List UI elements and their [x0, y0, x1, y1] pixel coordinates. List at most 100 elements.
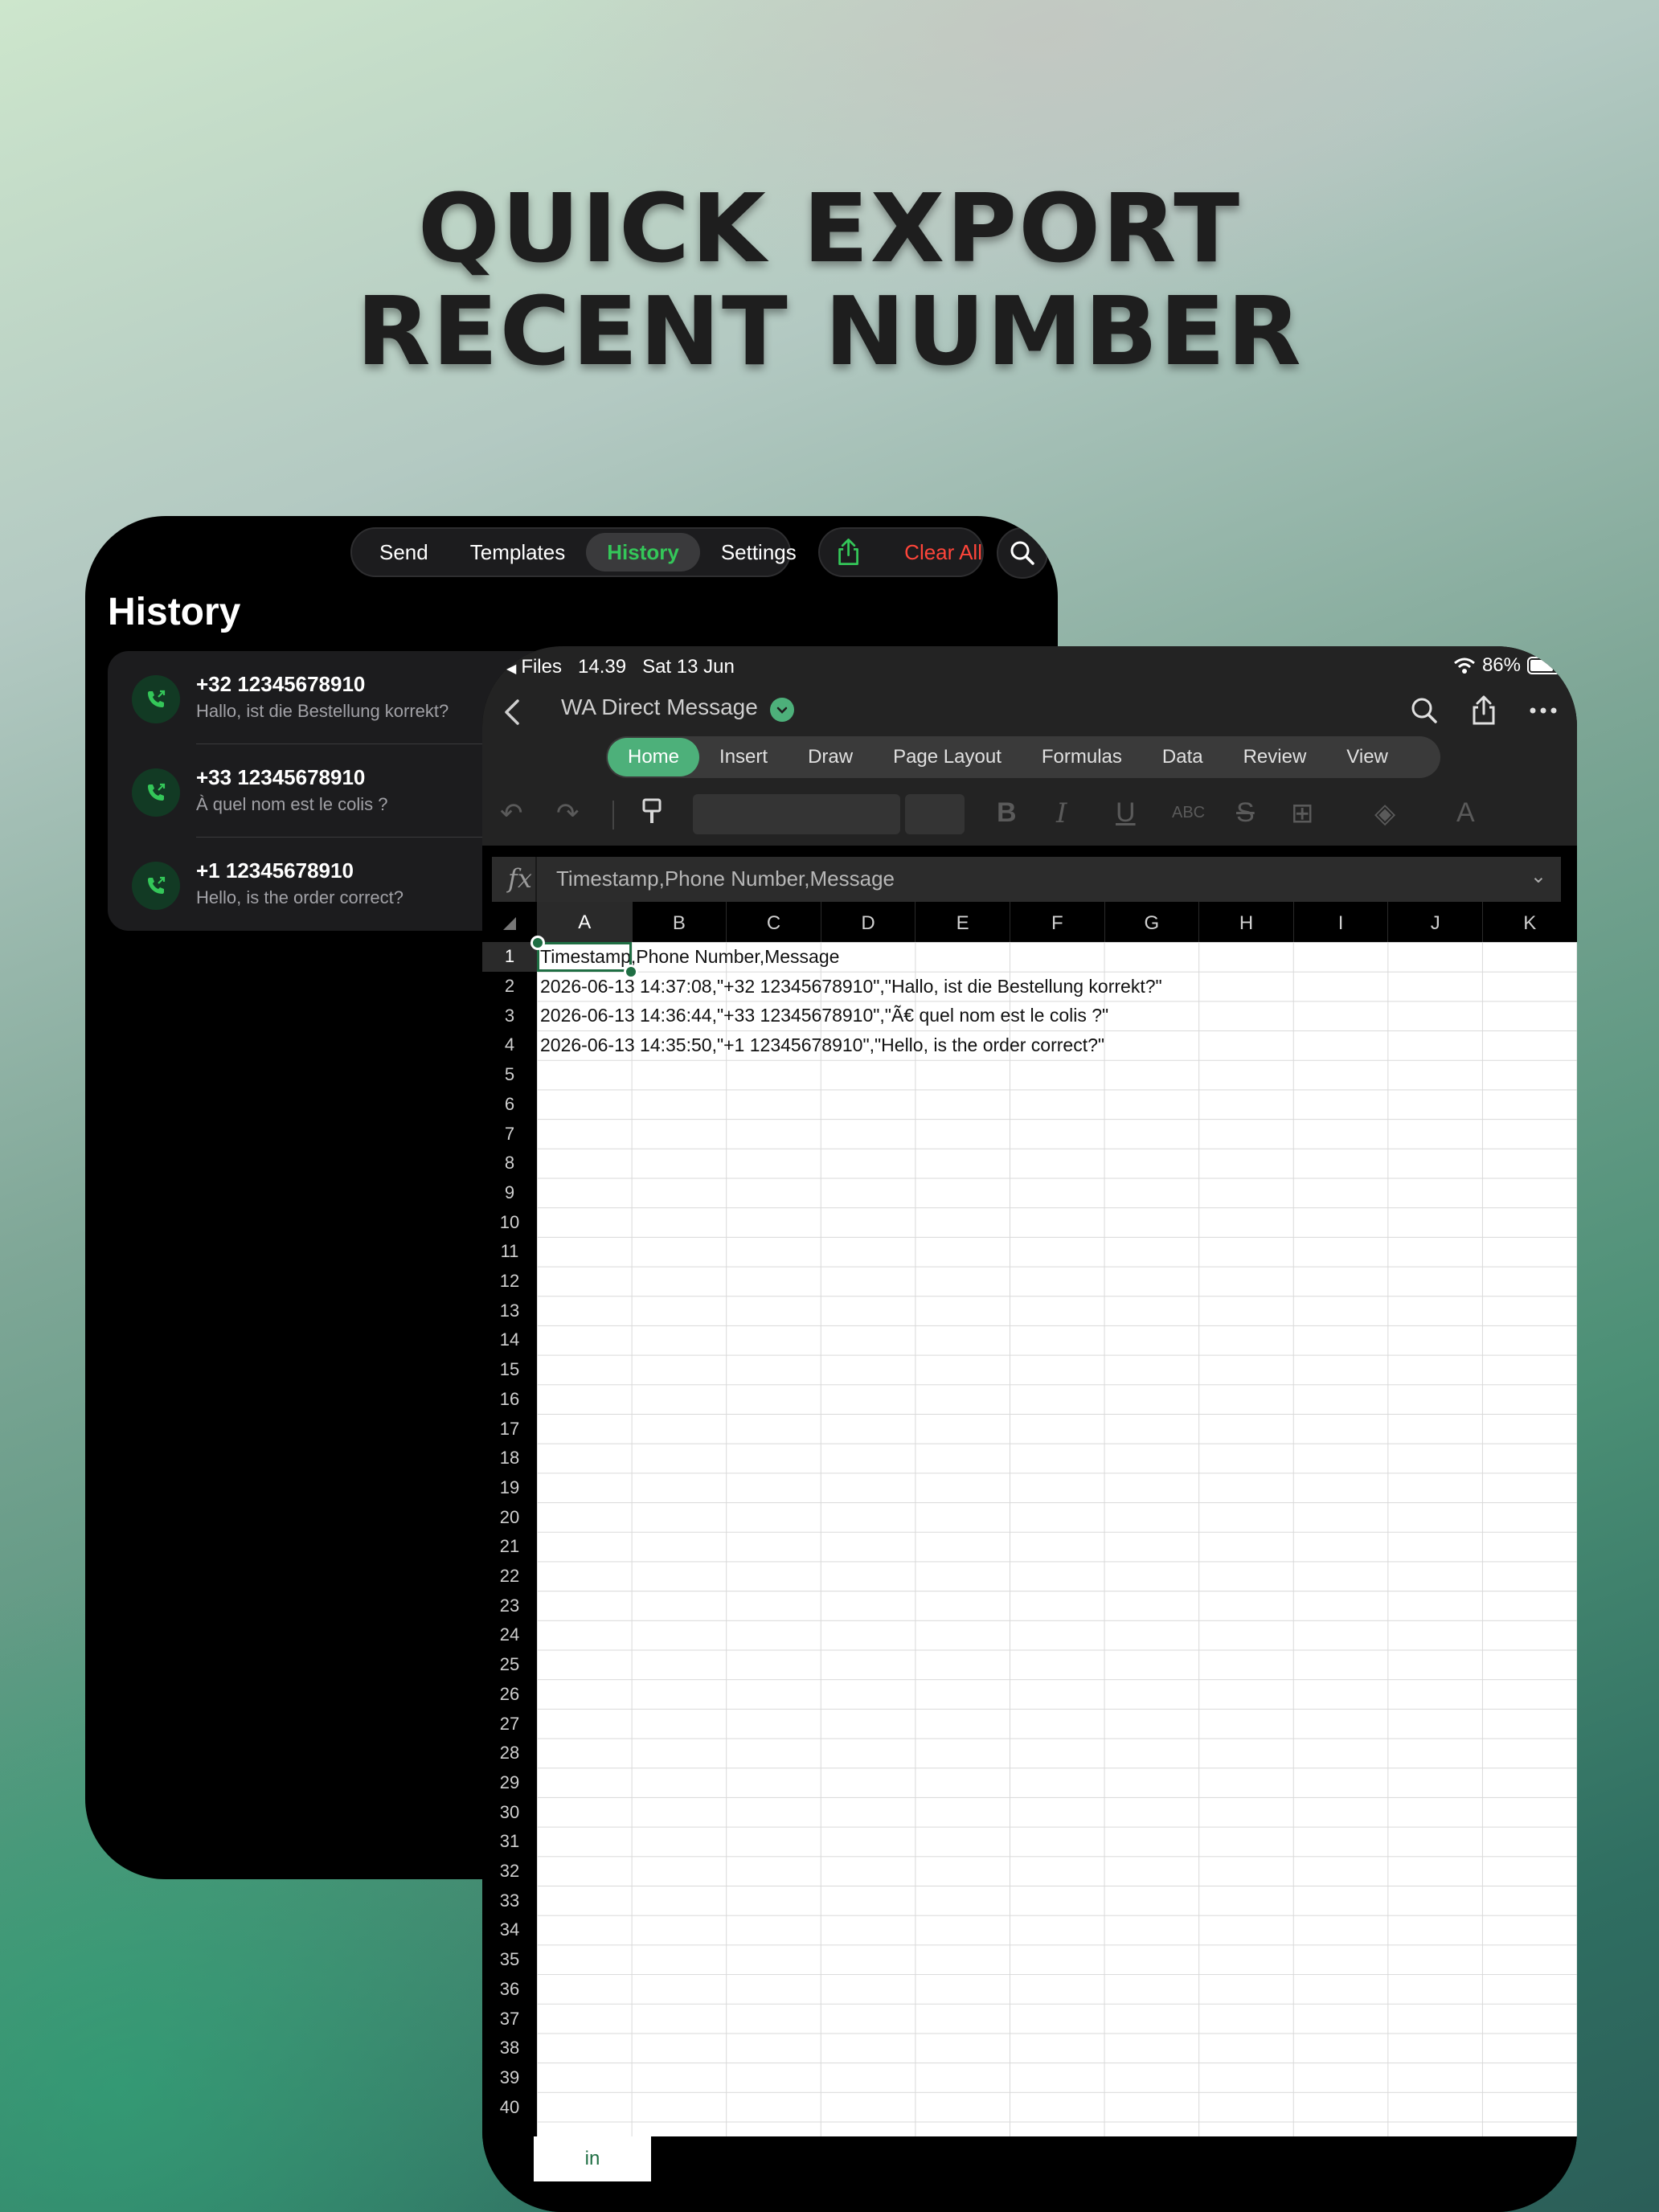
- select-all-corner[interactable]: [482, 902, 537, 945]
- row-header[interactable]: 22: [482, 1562, 537, 1591]
- column-header-e[interactable]: E: [915, 902, 1010, 945]
- strikethrough-icon[interactable]: S: [1236, 797, 1255, 829]
- tab-templates[interactable]: Templates: [449, 533, 587, 571]
- search-button[interactable]: [997, 527, 1048, 579]
- share-icon[interactable]: [1468, 694, 1500, 727]
- selected-cell[interactable]: [537, 942, 632, 972]
- row-header[interactable]: 6: [482, 1090, 537, 1120]
- redo-icon[interactable]: ↷: [556, 797, 580, 830]
- cell-a4[interactable]: 2026-06-13 14:35:50,"+1 12345678910","He…: [540, 1030, 1104, 1060]
- row-header[interactable]: 11: [482, 1237, 537, 1267]
- row-header[interactable]: 36: [482, 1975, 537, 2005]
- fill-color-icon[interactable]: ◈: [1374, 797, 1395, 830]
- sheet-tab[interactable]: in: [534, 2136, 651, 2181]
- row-header[interactable]: 3: [482, 1001, 537, 1030]
- row-header[interactable]: 24: [482, 1620, 537, 1650]
- spreadsheet-grid[interactable]: Timestamp,Phone Number,Message 2026-06-13…: [537, 942, 1577, 2136]
- row-header[interactable]: 10: [482, 1207, 537, 1237]
- row-header[interactable]: 40: [482, 2092, 537, 2122]
- selection-handle[interactable]: [530, 936, 545, 950]
- row-header[interactable]: 18: [482, 1444, 537, 1473]
- row-header[interactable]: 13: [482, 1296, 537, 1325]
- row-header[interactable]: 15: [482, 1355, 537, 1385]
- row-header[interactable]: 12: [482, 1267, 537, 1296]
- font-size-field[interactable]: [905, 794, 965, 834]
- row-header[interactable]: 19: [482, 1473, 537, 1503]
- row-header[interactable]: 1: [482, 942, 537, 972]
- tab-draw[interactable]: Draw: [788, 738, 873, 776]
- borders-icon[interactable]: ⊞: [1291, 797, 1314, 830]
- back-app-label[interactable]: Files: [521, 656, 562, 678]
- formula-content[interactable]: Timestamp,Phone Number,Message: [556, 866, 895, 891]
- column-header-k[interactable]: K: [1482, 902, 1577, 945]
- row-header[interactable]: 23: [482, 1591, 537, 1620]
- row-header[interactable]: 32: [482, 1857, 537, 1886]
- outgoing-call-icon: [132, 768, 180, 817]
- row-header[interactable]: 25: [482, 1650, 537, 1680]
- column-header-i[interactable]: I: [1292, 902, 1388, 945]
- row-header[interactable]: 20: [482, 1502, 537, 1532]
- document-title[interactable]: WA Direct Message: [561, 694, 758, 720]
- column-header-a[interactable]: A: [537, 902, 632, 945]
- column-header-c[interactable]: C: [726, 902, 821, 945]
- row-header[interactable]: 38: [482, 2034, 537, 2063]
- tab-formulas[interactable]: Formulas: [1022, 738, 1142, 776]
- column-header-b[interactable]: B: [631, 902, 727, 945]
- chevron-down-icon[interactable]: ⌄: [1530, 865, 1546, 888]
- row-header[interactable]: 7: [482, 1119, 537, 1149]
- chevron-down-icon[interactable]: [770, 698, 794, 722]
- formula-bar[interactable]: fx Timestamp,Phone Number,Message ⌄: [492, 857, 1561, 902]
- column-header-j[interactable]: J: [1387, 902, 1482, 945]
- tab-page-layout[interactable]: Page Layout: [873, 738, 1022, 776]
- tab-home[interactable]: Home: [608, 738, 700, 776]
- row-header[interactable]: 26: [482, 1680, 537, 1710]
- row-header[interactable]: 35: [482, 1945, 537, 1975]
- row-header[interactable]: 14: [482, 1325, 537, 1355]
- tab-data[interactable]: Data: [1142, 738, 1223, 776]
- tab-review[interactable]: Review: [1223, 738, 1327, 776]
- font-name-field[interactable]: [693, 794, 900, 834]
- row-header[interactable]: 31: [482, 1827, 537, 1857]
- undo-icon[interactable]: ↶: [500, 797, 523, 830]
- column-header-h[interactable]: H: [1198, 902, 1293, 945]
- row-header[interactable]: 4: [482, 1030, 537, 1060]
- search-icon[interactable]: [1408, 694, 1440, 727]
- column-header-d[interactable]: D: [820, 902, 916, 945]
- row-header[interactable]: 9: [482, 1178, 537, 1208]
- row-header[interactable]: 5: [482, 1060, 537, 1090]
- clear-all-button[interactable]: Clear All: [904, 540, 982, 565]
- fx-icon[interactable]: fx: [508, 863, 532, 894]
- column-header-g[interactable]: G: [1104, 902, 1199, 945]
- row-header[interactable]: 16: [482, 1385, 537, 1415]
- row-header[interactable]: 30: [482, 1797, 537, 1827]
- tab-insert[interactable]: Insert: [699, 738, 788, 776]
- format-painter-icon[interactable]: [641, 797, 662, 834]
- strikethrough-abc-icon[interactable]: ABC: [1172, 804, 1205, 822]
- row-header[interactable]: 33: [482, 1886, 537, 1915]
- tab-settings[interactable]: Settings: [700, 533, 817, 571]
- row-header[interactable]: 34: [482, 1915, 537, 1945]
- row-header[interactable]: 39: [482, 2063, 537, 2093]
- row-header[interactable]: 27: [482, 1709, 537, 1739]
- row-header[interactable]: 8: [482, 1149, 537, 1178]
- tab-send[interactable]: Send: [358, 533, 449, 571]
- row-header[interactable]: 2: [482, 972, 537, 1002]
- selection-handle[interactable]: [624, 965, 638, 979]
- row-header[interactable]: 17: [482, 1414, 537, 1444]
- back-triangle-icon[interactable]: ◀: [506, 662, 516, 676]
- row-header[interactable]: 28: [482, 1739, 537, 1768]
- tab-view[interactable]: View: [1326, 738, 1408, 776]
- cell-a3[interactable]: 2026-06-13 14:36:44,"+33 12345678910","Ã…: [540, 1001, 1108, 1030]
- share-icon[interactable]: [836, 536, 861, 568]
- row-header[interactable]: 37: [482, 2004, 537, 2034]
- tab-history[interactable]: History: [586, 533, 700, 571]
- italic-icon[interactable]: I: [1056, 797, 1067, 830]
- row-header[interactable]: 29: [482, 1768, 537, 1798]
- underline-icon[interactable]: U: [1116, 797, 1136, 829]
- chevron-left-icon[interactable]: [500, 696, 524, 728]
- column-header-f[interactable]: F: [1010, 902, 1104, 945]
- more-icon[interactable]: [1527, 694, 1559, 727]
- row-header[interactable]: 21: [482, 1532, 537, 1562]
- bold-icon[interactable]: B: [997, 797, 1017, 829]
- font-color-icon[interactable]: A: [1456, 797, 1475, 829]
